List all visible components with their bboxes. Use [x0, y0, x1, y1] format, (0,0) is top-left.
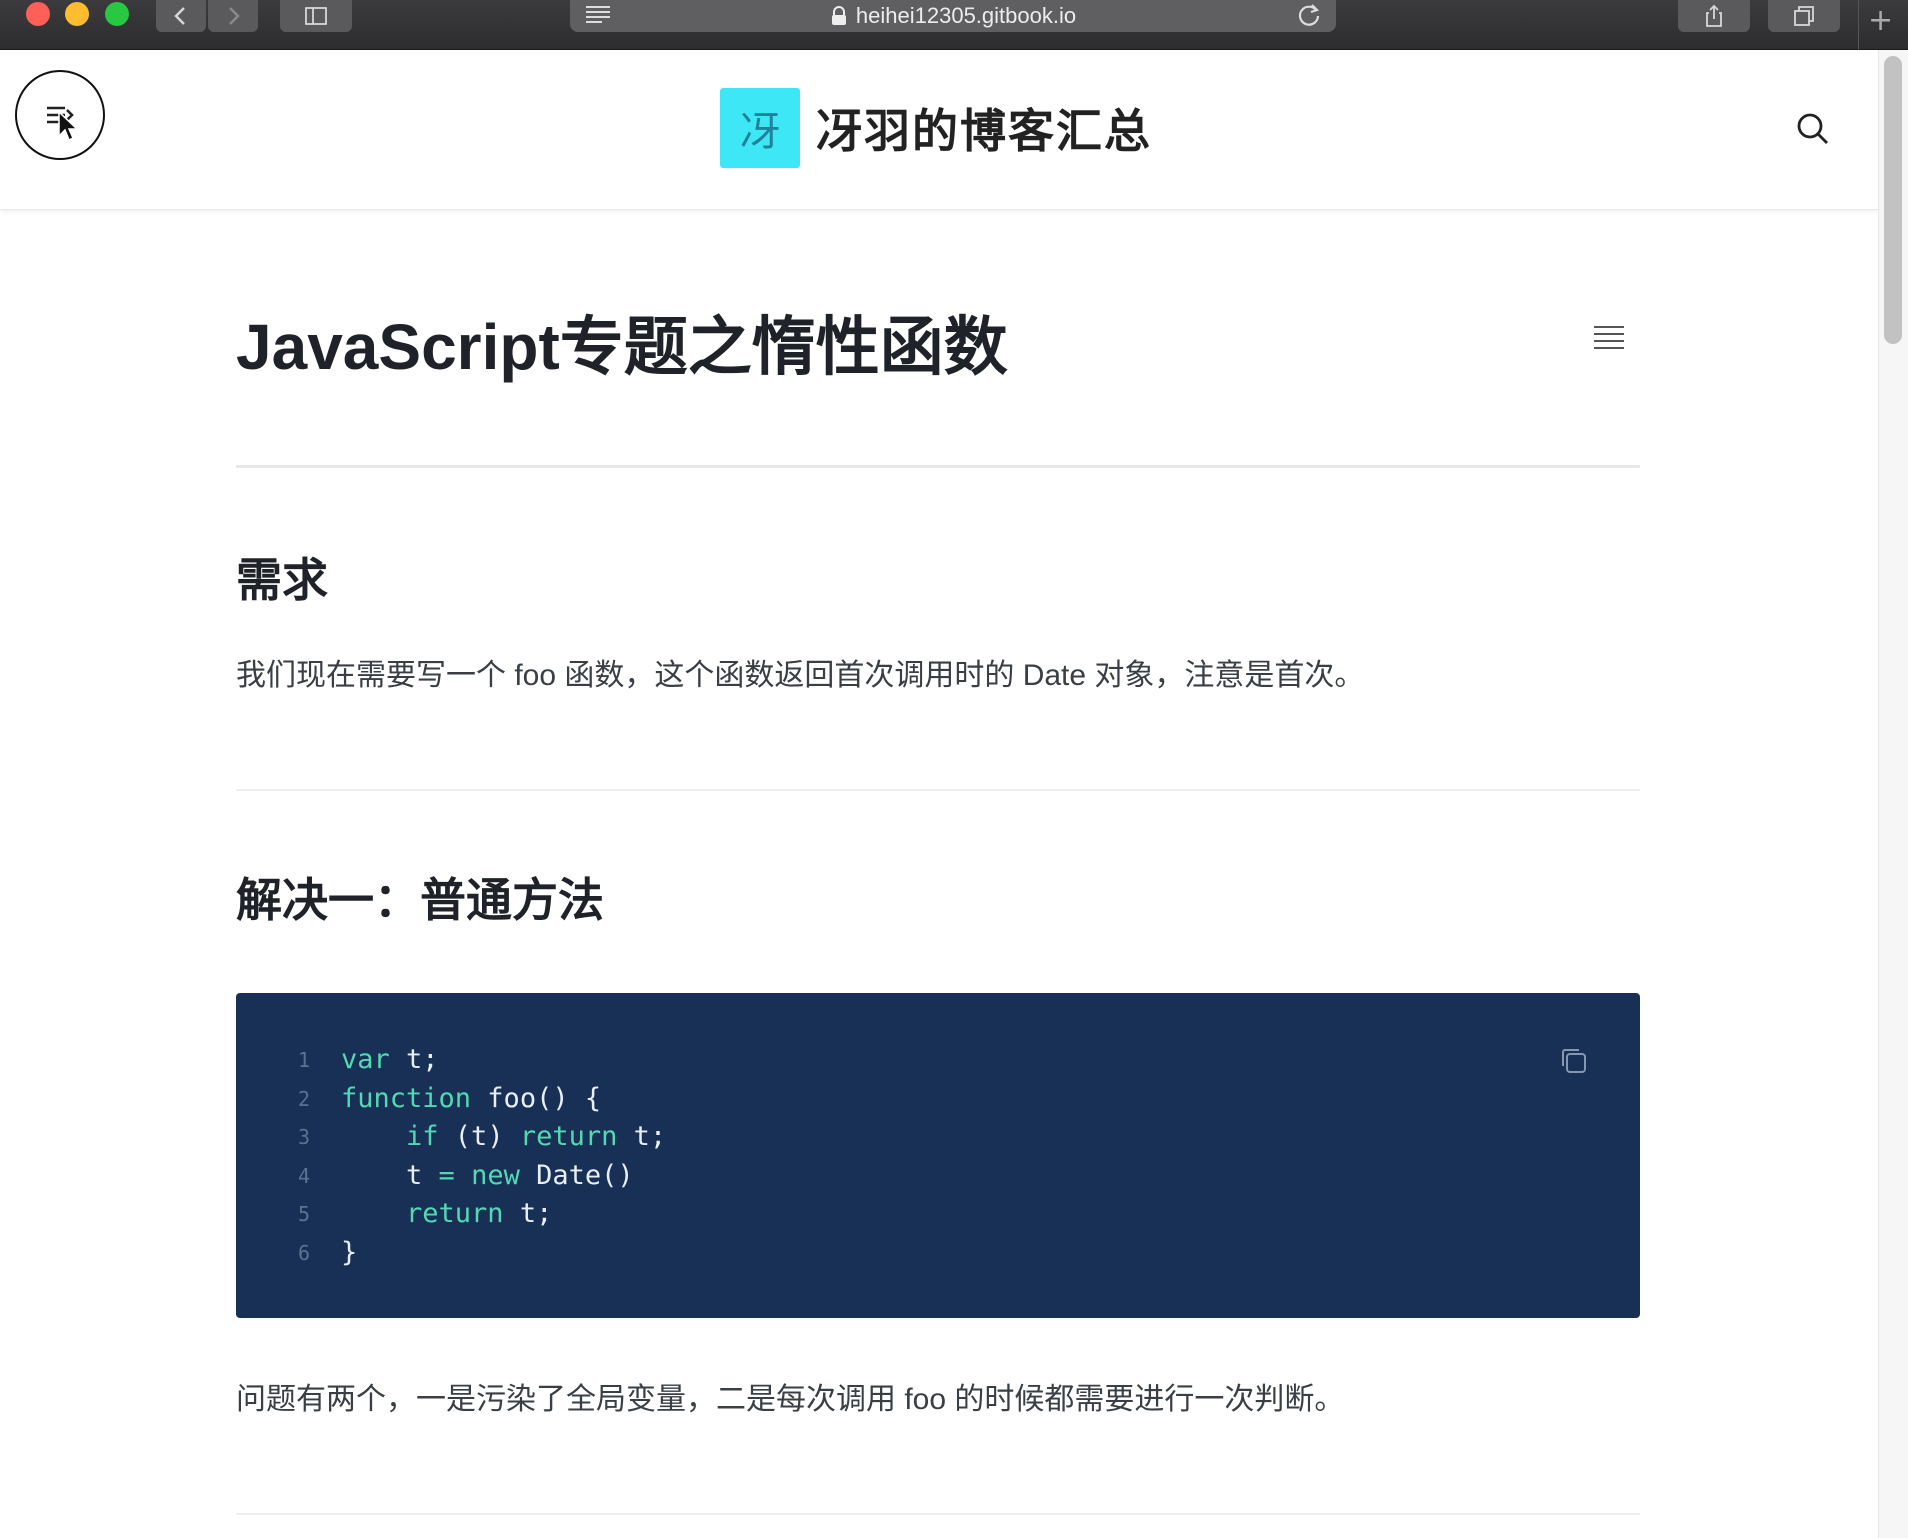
toolbar-divider — [1858, 0, 1859, 50]
close-window-button[interactable] — [26, 2, 50, 26]
address-bar[interactable]: heihei12305.gitbook.io — [570, 0, 1336, 32]
section-divider — [236, 789, 1640, 791]
browser-toolbar: heihei12305.gitbook.io + — [0, 0, 1908, 50]
line-number: 3 — [297, 1125, 311, 1149]
tabs-icon — [1794, 6, 1814, 26]
copy-icon[interactable] — [1558, 1045, 1590, 1077]
url-text: heihei12305.gitbook.io — [855, 3, 1077, 28]
back-icon — [174, 7, 185, 25]
section-divider — [236, 1513, 1640, 1515]
site-header: 冴 冴羽的博客汇总 — [0, 50, 1878, 210]
code-block: 1 var t; 2 function foo() { 3 if (t) return … — [236, 993, 1640, 1318]
code-token: t; — [389, 1044, 439, 1075]
line-number: 5 — [297, 1202, 311, 1226]
tabs-overview-button[interactable] — [1768, 0, 1840, 32]
line-number: 1 — [297, 1048, 311, 1072]
table-of-contents-icon[interactable] — [1594, 324, 1624, 350]
reload-icon[interactable] — [1296, 2, 1322, 28]
code-keyword: var — [341, 1044, 390, 1075]
code-keyword: new — [471, 1159, 520, 1191]
web-page: 冴 冴羽的博客汇总 JavaScript专题之惰性函数 需求 我们现在需要写一个… — [0, 50, 1878, 1538]
site-logo: 冴 — [720, 88, 800, 168]
forward-button[interactable] — [208, 0, 258, 32]
site-title: 冴羽的博客汇总 — [816, 104, 1152, 158]
minimize-window-button[interactable] — [65, 2, 89, 26]
code-token: t; — [617, 1121, 667, 1152]
code-text: var t; — [341, 1041, 439, 1079]
code-keyword: return — [519, 1121, 618, 1152]
sidebar-icon — [305, 7, 327, 25]
new-tab-button[interactable]: + — [1868, 6, 1893, 36]
code-token: Date() — [519, 1159, 634, 1191]
mouse-cursor-icon — [58, 110, 79, 142]
page-title: JavaScript专题之惰性函数 — [236, 311, 1008, 383]
code-keyword: return — [406, 1198, 504, 1229]
paragraph: 我们现在需要写一个 foo 函数，这个函数返回首次调用时的 Date 对象，注意… — [236, 659, 1365, 692]
code-text: t = new Date() — [341, 1157, 634, 1195]
scrollbar-thumb[interactable] — [1884, 56, 1902, 344]
forward-icon — [229, 7, 240, 25]
code-token: foo() { — [471, 1082, 602, 1114]
code-token: t — [341, 1159, 439, 1191]
code-token: } — [341, 1236, 358, 1268]
section-heading: 解决一：普通方法 — [236, 873, 604, 927]
paragraph: 问题有两个，一是污染了全局变量，二是每次调用 foo 的时候都需要进行一次判断。 — [236, 1383, 1345, 1416]
code-token: t; — [503, 1198, 553, 1229]
search-icon[interactable] — [1796, 112, 1830, 146]
lock-icon — [831, 6, 846, 25]
line-number: 6 — [297, 1240, 311, 1265]
code-keyword: if — [406, 1121, 439, 1152]
zoom-window-button[interactable] — [105, 2, 129, 26]
reader-mode-icon[interactable] — [584, 4, 612, 26]
code-text: function foo() { — [341, 1080, 601, 1118]
section-heading: 需求 — [236, 553, 328, 607]
line-number: 2 — [297, 1086, 311, 1111]
code-text: if (t) return t; — [341, 1118, 666, 1156]
code-keyword: function — [341, 1082, 472, 1114]
code-text: return t; — [341, 1195, 552, 1233]
line-number: 4 — [297, 1163, 311, 1188]
share-button[interactable] — [1678, 0, 1750, 32]
share-icon — [1706, 4, 1722, 27]
code-keyword: = — [438, 1159, 455, 1191]
sidebar-toggle-button[interactable] — [280, 0, 352, 32]
code-token: (t) — [438, 1121, 520, 1152]
site-brand[interactable]: 冴 冴羽的博客汇总 — [720, 88, 1152, 168]
back-button[interactable] — [156, 0, 206, 32]
code-text: } — [341, 1234, 357, 1272]
title-divider — [236, 465, 1640, 468]
